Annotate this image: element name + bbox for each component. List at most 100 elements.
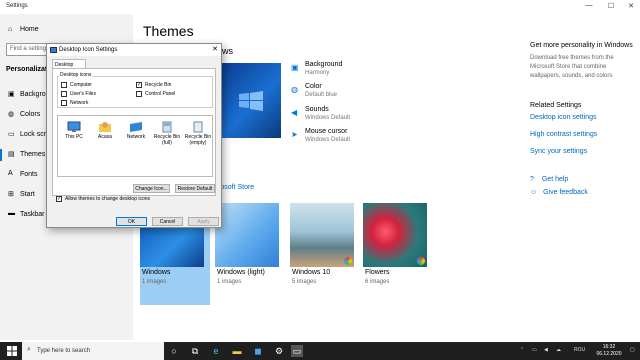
task-view-icon[interactable]: ⧉ — [189, 345, 201, 357]
current-theme-heading: ws — [222, 46, 233, 56]
window-titlebar: Settings — ☐ ✕ — [0, 0, 640, 14]
theme-thumbnail — [215, 203, 279, 267]
theme-count: 6 images — [365, 279, 390, 285]
prop-value: Windows Default — [305, 137, 351, 143]
start-icon: ⊞ — [8, 191, 14, 198]
more-text-2: Microsoft Store that combine — [530, 64, 607, 70]
start-icon[interactable] — [7, 346, 17, 356]
minimize-button[interactable]: — — [582, 2, 596, 9]
people-icon[interactable]: ⌃ — [520, 347, 524, 353]
search-placeholder: Type here to search — [37, 348, 91, 354]
store-link[interactable]: rosoft Store — [218, 184, 254, 191]
sidebar-item-label: Start — [20, 191, 35, 198]
more-text-1: Download free themes from the — [530, 55, 614, 61]
computer-icon — [67, 121, 81, 132]
sync-settings-link[interactable]: Sync your settings — [530, 148, 587, 155]
network-icon — [130, 122, 142, 132]
theme-count: 1 images — [142, 279, 167, 285]
ok-button[interactable]: OK — [116, 217, 147, 226]
get-help-link[interactable]: Get help — [542, 176, 568, 183]
clock-time: 16:32 — [602, 344, 616, 350]
search-icon: ⌕ — [27, 346, 31, 353]
language-indicator[interactable]: ROU — [574, 347, 585, 353]
prop-name: Sounds — [305, 106, 329, 113]
icon-recycle-bin-full[interactable]: Recycle Bin (full) — [152, 121, 182, 146]
page-title: Themes — [143, 23, 194, 39]
clock-date: 06.12.2020 — [596, 351, 622, 357]
icon-recycle-bin-empty[interactable]: Recycle Bin (empty) — [183, 121, 213, 146]
file-explorer-icon[interactable]: ▬ — [231, 345, 243, 357]
theme-count: 1 images — [217, 279, 242, 285]
give-feedback[interactable]: ☺ Give feedback — [530, 189, 588, 196]
cortana-icon[interactable]: ○ — [168, 345, 180, 357]
home-icon: ⌂ — [8, 26, 13, 33]
network-tray-icon[interactable]: ▭ — [532, 347, 537, 353]
sidebar-item-label: Themes — [20, 151, 46, 158]
theme-tile-windows-10[interactable]: Windows 10 5 images — [290, 203, 360, 305]
sidebar-item-label: Taskbar — [20, 211, 45, 218]
theme-tile-windows-light[interactable]: Windows (light) 1 images — [215, 203, 285, 305]
cancel-button[interactable]: Cancel — [152, 217, 183, 226]
settings-gear-icon[interactable]: ⚙ — [273, 345, 285, 357]
user-folder-icon — [99, 122, 111, 132]
restore-default-button[interactable]: Restore Default — [175, 184, 215, 193]
color-badge-icon — [417, 257, 425, 265]
desktop-icon-dialog-taskbar-icon[interactable]: ▭ — [291, 345, 303, 357]
edge-icon[interactable]: e — [210, 345, 222, 357]
icon-list[interactable]: This PC Acasa Network Recycle Bin (full)… — [57, 115, 213, 177]
clock[interactable]: 16:32 06.12.2020 — [594, 344, 624, 358]
close-button[interactable]: ✕ — [624, 2, 638, 10]
dialog-panel: Computer ✓ Recycle Bin User's Files Cont… — [52, 68, 216, 196]
palette-icon: ◍ — [291, 85, 298, 94]
fonts-icon: A — [8, 170, 13, 177]
recycle-bin-empty-icon — [193, 121, 203, 133]
prop-name: Mouse cursor — [305, 128, 348, 135]
color-badge-icon — [344, 257, 352, 265]
prop-value: Windows Default — [305, 115, 351, 121]
get-help[interactable]: ? Get help — [530, 176, 568, 183]
change-icon-button[interactable]: Change Icon... — [133, 184, 170, 193]
dialog-titlebar: Desktop Icon Settings ✕ — [47, 44, 221, 56]
theme-name: Windows (light) — [217, 269, 265, 276]
icon-this-pc[interactable]: This PC — [59, 121, 89, 140]
prop-name: Color — [305, 83, 322, 90]
palette-icon: ◍ — [8, 111, 15, 118]
window-title: Settings — [6, 3, 28, 9]
icon-network[interactable]: Network — [121, 121, 151, 140]
notifications-icon[interactable]: ▢ — [630, 347, 635, 353]
desktop-icon-settings-link[interactable]: Desktop icon settings — [530, 114, 597, 121]
themes-icon: ▤ — [8, 151, 15, 158]
image-icon: ▣ — [291, 63, 299, 72]
speaker-icon: ◀ — [291, 108, 298, 117]
monitor-icon — [50, 47, 57, 53]
theme-preview — [221, 63, 281, 138]
give-feedback-link[interactable]: Give feedback — [543, 189, 588, 196]
more-personality: Get more personality in Windows — [530, 42, 633, 49]
group-label: Desktop icons — [59, 72, 93, 78]
high-contrast-link[interactable]: High contrast settings — [530, 131, 597, 138]
sidebar-item-label: Fonts — [20, 171, 38, 178]
feedback-icon: ☺ — [530, 189, 538, 196]
apply-button[interactable]: Apply — [188, 217, 219, 226]
image-icon: ▣ — [8, 91, 15, 98]
cursor-icon: ➤ — [291, 130, 298, 139]
sidebar-home[interactable]: ⌂ Home — [8, 26, 39, 33]
sidebar-item-label: Colors — [20, 111, 41, 118]
store-icon[interactable]: ◼ — [252, 345, 264, 357]
desktop-icon-settings-dialog: Desktop Icon Settings ✕ Desktop Icons Co… — [46, 43, 222, 228]
taskbar-search-box[interactable]: ⌕ Type here to search — [22, 342, 164, 360]
recycle-bin-full-icon — [162, 121, 172, 133]
dialog-close-icon[interactable]: ✕ — [212, 45, 218, 53]
icon-user-folder[interactable]: Acasa — [90, 121, 120, 140]
maximize-button[interactable]: ☐ — [604, 2, 618, 10]
theme-name: Windows 10 — [292, 269, 331, 276]
desktop-icons-group: Computer ✓ Recycle Bin User's Files Cont… — [57, 76, 213, 108]
taskbar: ⌕ Type here to search ○ ⧉ e ▬ ◼ ⚙ ▭ ⌃ ▭ … — [0, 342, 640, 360]
volume-icon[interactable]: ◀ — [544, 347, 548, 353]
theme-name: Flowers — [365, 269, 390, 276]
lock-screen-icon: ▭ — [8, 131, 15, 138]
onedrive-icon[interactable]: ☁ — [556, 347, 561, 353]
prop-value: Harmony — [305, 70, 330, 76]
windows-logo-icon — [239, 91, 263, 111]
theme-tile-flowers[interactable]: Flowers 6 images — [363, 203, 433, 305]
